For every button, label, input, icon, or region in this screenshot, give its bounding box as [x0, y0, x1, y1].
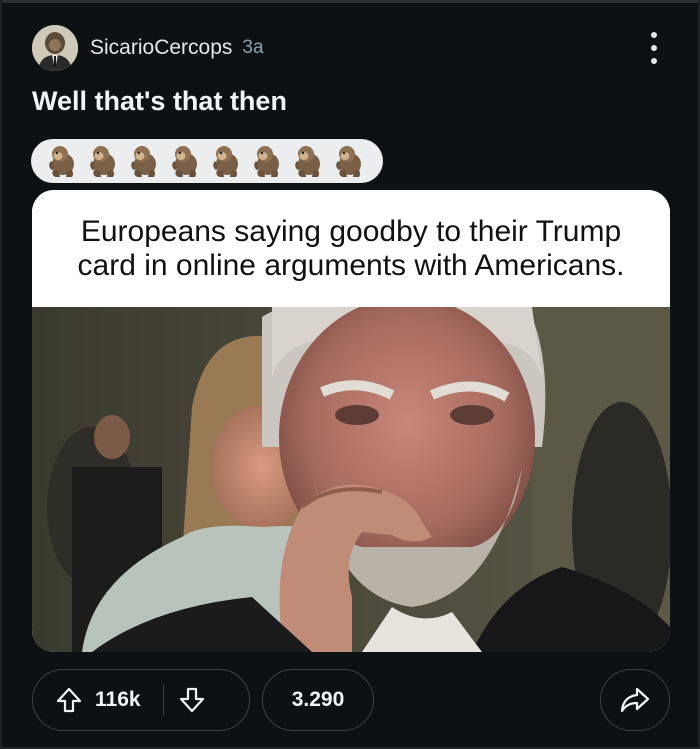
monkey-emoji-icon	[254, 146, 279, 177]
more-options-button[interactable]	[644, 28, 664, 68]
monkey-emoji-icon	[131, 146, 156, 177]
upvote-count: 116k	[95, 688, 141, 711]
share-button[interactable]	[600, 669, 670, 731]
post-title[interactable]: Well that's that then	[32, 86, 287, 117]
vote-divider	[162, 684, 165, 716]
comment-count: 3.290	[291, 688, 345, 711]
avatar[interactable]	[32, 25, 78, 71]
comments-button[interactable]: 3.290	[262, 669, 374, 731]
post-header: SicarioCercops 3a	[32, 24, 672, 72]
post-age: 3a	[242, 37, 264, 58]
monkey-emoji-icon	[295, 146, 320, 177]
meme-caption: Europeans saying goodby to their Trump c…	[77, 214, 625, 282]
monkey-emoji-icon	[90, 146, 115, 177]
monkey-emoji-icon	[49, 146, 74, 177]
downvote-icon[interactable]	[178, 686, 206, 714]
vote-control: 116k	[32, 669, 250, 731]
post-media[interactable]: Europeans saying goodby to their Trump c…	[32, 190, 670, 652]
monkey-emoji-icon	[336, 146, 361, 177]
post-flair[interactable]	[31, 139, 383, 183]
monkey-emoji-icon	[213, 146, 238, 177]
upvote-icon[interactable]	[55, 686, 83, 714]
meme-photo	[32, 307, 670, 652]
more-dot-icon	[651, 58, 657, 64]
meme-caption-box: Europeans saying goodby to their Trump c…	[32, 190, 670, 307]
post-actions: 116k 3.290	[32, 669, 670, 731]
avatar-image	[32, 25, 78, 71]
monkey-emoji-icon	[172, 146, 197, 177]
more-dot-icon	[651, 32, 657, 38]
more-dot-icon	[651, 45, 657, 51]
share-icon	[620, 687, 650, 713]
author-name[interactable]: SicarioCercops	[90, 36, 232, 60]
